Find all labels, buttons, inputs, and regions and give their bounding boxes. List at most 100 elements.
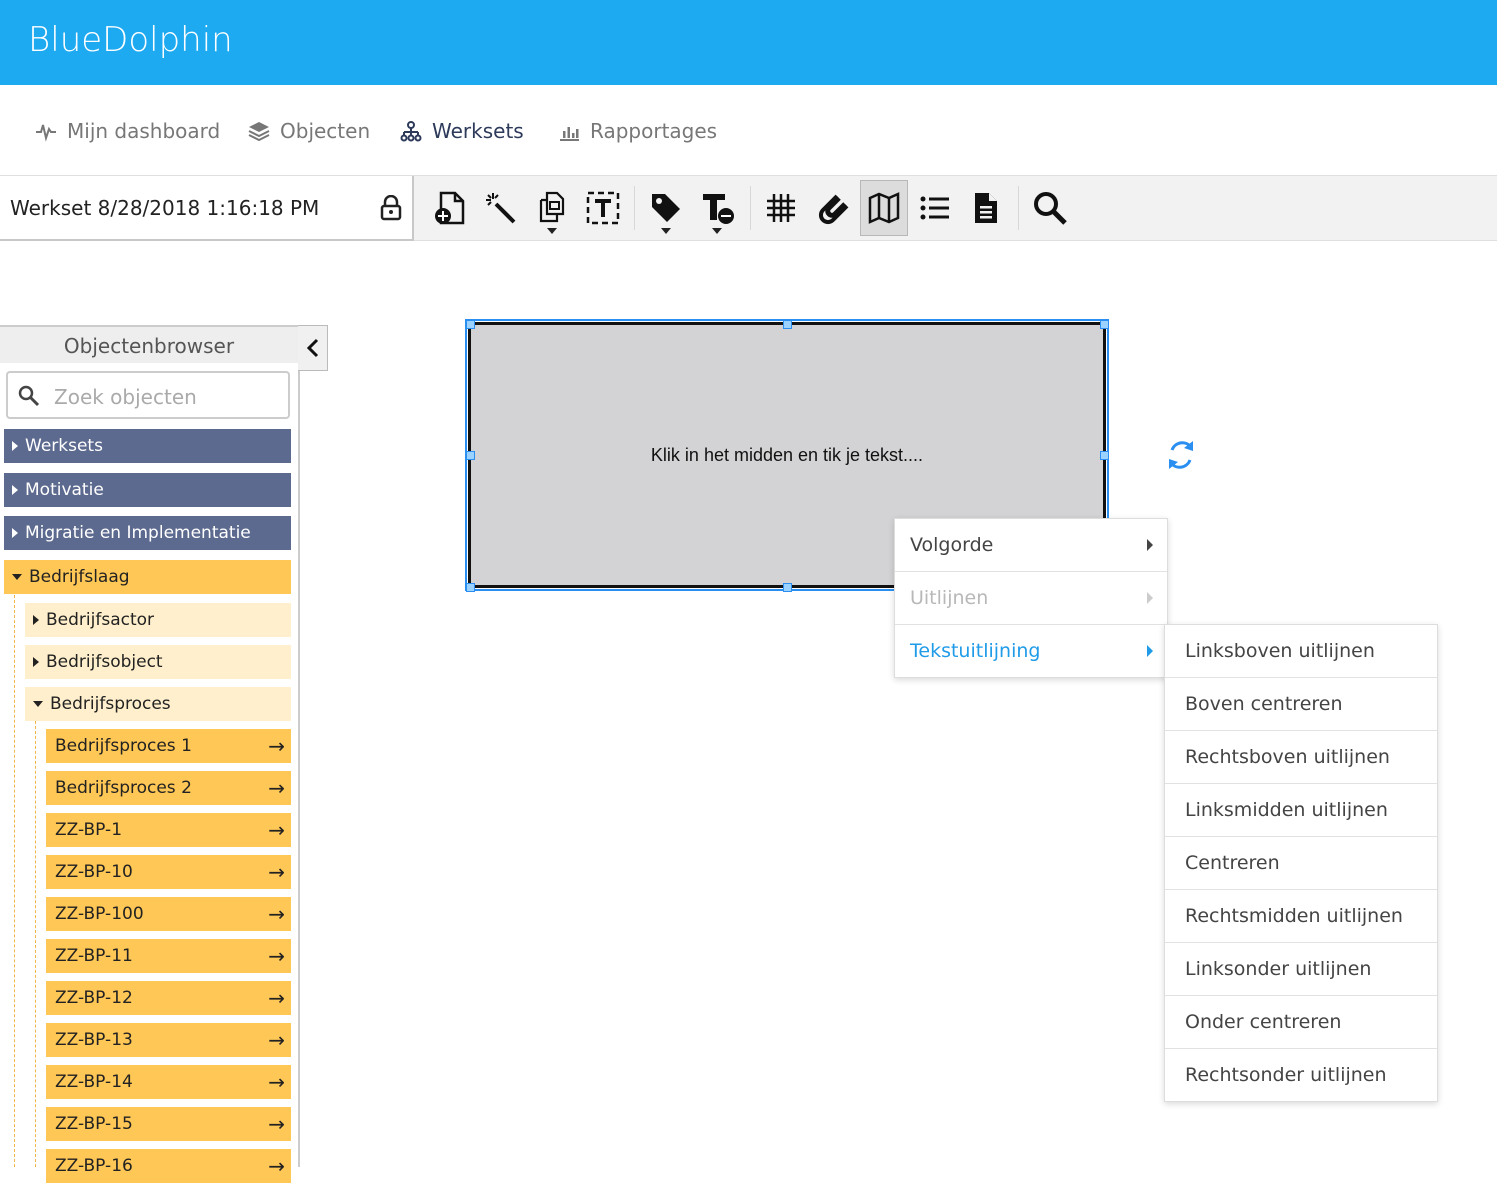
tree-item[interactable]: ZZ-BP-11 →	[46, 939, 291, 973]
arrow-right-icon[interactable]: →	[268, 776, 285, 800]
submenu-item[interactable]: Rechtsmidden uitlijnen	[1165, 890, 1437, 943]
submenu-item[interactable]: Onder centreren	[1165, 996, 1437, 1049]
tree-group-bedrijfslaag[interactable]: Bedrijfslaag	[4, 560, 291, 594]
tree-subgroup-bedrijfsactor[interactable]: Bedrijfsactor	[25, 603, 291, 637]
dropdown-caret	[712, 228, 722, 234]
arrow-right-icon[interactable]: →	[268, 1154, 285, 1178]
tree-item[interactable]: ZZ-BP-1 →	[46, 813, 291, 847]
tree-item[interactable]: Bedrijfsproces 2 →	[46, 771, 291, 805]
map-button[interactable]	[860, 180, 908, 236]
collapse-panel-button[interactable]	[298, 325, 328, 371]
nav-item-label: Werksets	[432, 119, 524, 143]
document-button[interactable]	[962, 180, 1010, 236]
submenu-item[interactable]: Rechtsboven uitlijnen	[1165, 731, 1437, 784]
document-icon	[975, 193, 997, 223]
tree-guide-line	[14, 595, 15, 1167]
resize-handle[interactable]	[466, 320, 475, 329]
text-box-icon	[586, 191, 620, 225]
main-nav: Mijn dashboard Objecten Werksets Rapport…	[0, 85, 1497, 175]
arrow-right-icon[interactable]: →	[268, 734, 285, 758]
submenu-item[interactable]: Linksmidden uitlijnen	[1165, 784, 1437, 837]
resize-handle[interactable]	[1100, 451, 1109, 460]
tree-item-label: ZZ-BP-14	[55, 1072, 133, 1092]
magic-wand-button[interactable]	[477, 180, 525, 236]
expand-icon	[33, 657, 39, 667]
copy-objects-button[interactable]	[528, 180, 576, 236]
tag-icon	[652, 194, 680, 222]
toolbar-separator	[634, 186, 635, 230]
tree-item-label: ZZ-BP-12	[55, 988, 133, 1008]
nav-item-objecten[interactable]: Objecten	[248, 115, 370, 147]
text-style-button[interactable]	[693, 180, 741, 236]
submenu-item[interactable]: Rechtsonder uitlijnen	[1165, 1049, 1437, 1101]
tree-label: Werksets	[25, 436, 103, 456]
submenu-arrow-icon	[1147, 645, 1153, 657]
tree-item[interactable]: ZZ-BP-12 →	[46, 981, 291, 1015]
tree-label: Bedrijfsactor	[46, 610, 155, 630]
list-button[interactable]	[911, 180, 959, 236]
nav-item-label: Rapportages	[590, 119, 718, 143]
tree-label: Bedrijfsobject	[46, 652, 163, 672]
arrow-right-icon[interactable]: →	[268, 944, 285, 968]
menu-item-volgorde[interactable]: Volgorde	[895, 519, 1167, 572]
nav-item-dashboard[interactable]: Mijn dashboard	[35, 115, 220, 147]
resize-handle[interactable]	[466, 583, 475, 592]
dropdown-caret	[547, 228, 557, 234]
submenu-item[interactable]: Centreren	[1165, 837, 1437, 890]
tree-subgroup-bedrijfsobject[interactable]: Bedrijfsobject	[25, 645, 291, 679]
lock-icon[interactable]	[380, 195, 402, 221]
resize-handle[interactable]	[783, 583, 792, 592]
resize-handle[interactable]	[1100, 320, 1109, 329]
search-button[interactable]	[1026, 180, 1074, 236]
menu-label: Volgorde	[910, 534, 994, 556]
tree-item-label: Bedrijfsproces 1	[55, 736, 192, 756]
tag-button[interactable]	[642, 180, 690, 236]
tree-label: Bedrijfsproces	[50, 694, 171, 714]
tree-item-label: ZZ-BP-13	[55, 1030, 133, 1050]
arrow-right-icon[interactable]: →	[268, 860, 285, 884]
submenu-item[interactable]: Boven centreren	[1165, 678, 1437, 731]
menu-item-uitlijnen[interactable]: Uitlijnen	[895, 572, 1167, 625]
arrow-right-icon[interactable]: →	[268, 986, 285, 1010]
text-alignment-submenu: Linksboven uitlijnen Boven centreren Recht…	[1164, 624, 1438, 1102]
tree-item[interactable]: Bedrijfsproces 1 →	[46, 729, 291, 763]
submenu-item[interactable]: Linksboven uitlijnen	[1165, 625, 1437, 678]
arrow-right-icon[interactable]: →	[268, 1112, 285, 1136]
menu-item-tekstuitlijning[interactable]: Tekstuitlijning	[895, 625, 1167, 677]
search-input[interactable]	[52, 383, 286, 411]
text-box-button[interactable]	[579, 180, 627, 236]
tree-item[interactable]: ZZ-BP-16 →	[46, 1149, 291, 1183]
arrow-right-icon[interactable]: →	[268, 1070, 285, 1094]
grid-button[interactable]	[757, 180, 805, 236]
tree-group-migratie[interactable]: Migratie en Implementatie	[4, 516, 291, 550]
nav-item-werksets[interactable]: Werksets	[400, 115, 524, 147]
expand-icon	[33, 615, 39, 625]
shape-text[interactable]: Klik in het midden en tik je tekst....	[471, 445, 1103, 466]
resize-handle[interactable]	[783, 320, 792, 329]
magnet-button[interactable]	[808, 180, 856, 236]
tree-item[interactable]: ZZ-BP-15 →	[46, 1107, 291, 1141]
tree-group-werksets[interactable]: Werksets	[4, 429, 291, 463]
toolbar-separator	[1018, 186, 1019, 230]
submenu-item[interactable]: Linksonder uitlijnen	[1165, 943, 1437, 996]
list-icon	[920, 196, 949, 220]
add-object-button[interactable]	[426, 180, 474, 236]
arrow-right-icon[interactable]: →	[268, 902, 285, 926]
arrow-right-icon[interactable]: →	[268, 1028, 285, 1052]
map-icon	[868, 192, 900, 224]
tree-label: Motivatie	[25, 480, 104, 500]
resize-handle[interactable]	[466, 451, 475, 460]
app-title[interactable]: BlueDolphin	[28, 20, 233, 60]
arrow-right-icon[interactable]: →	[268, 818, 285, 842]
object-search[interactable]	[6, 371, 290, 419]
tree-item[interactable]: ZZ-BP-100 →	[46, 897, 291, 931]
tree-item[interactable]: ZZ-BP-13 →	[46, 1023, 291, 1057]
tree-item[interactable]: ZZ-BP-10 →	[46, 855, 291, 889]
werkset-name[interactable]: Werkset 8/28/2018 1:16:18 PM	[10, 196, 319, 220]
context-menu: Volgorde Uitlijnen Tekstuitlijning	[894, 518, 1168, 678]
nav-item-rapportages[interactable]: Rapportages	[558, 115, 717, 147]
rotate-icon[interactable]	[1164, 436, 1198, 474]
tree-group-motivatie[interactable]: Motivatie	[4, 473, 291, 507]
tree-item[interactable]: ZZ-BP-14 →	[46, 1065, 291, 1099]
tree-subgroup-bedrijfsproces[interactable]: Bedrijfsproces	[25, 687, 291, 721]
